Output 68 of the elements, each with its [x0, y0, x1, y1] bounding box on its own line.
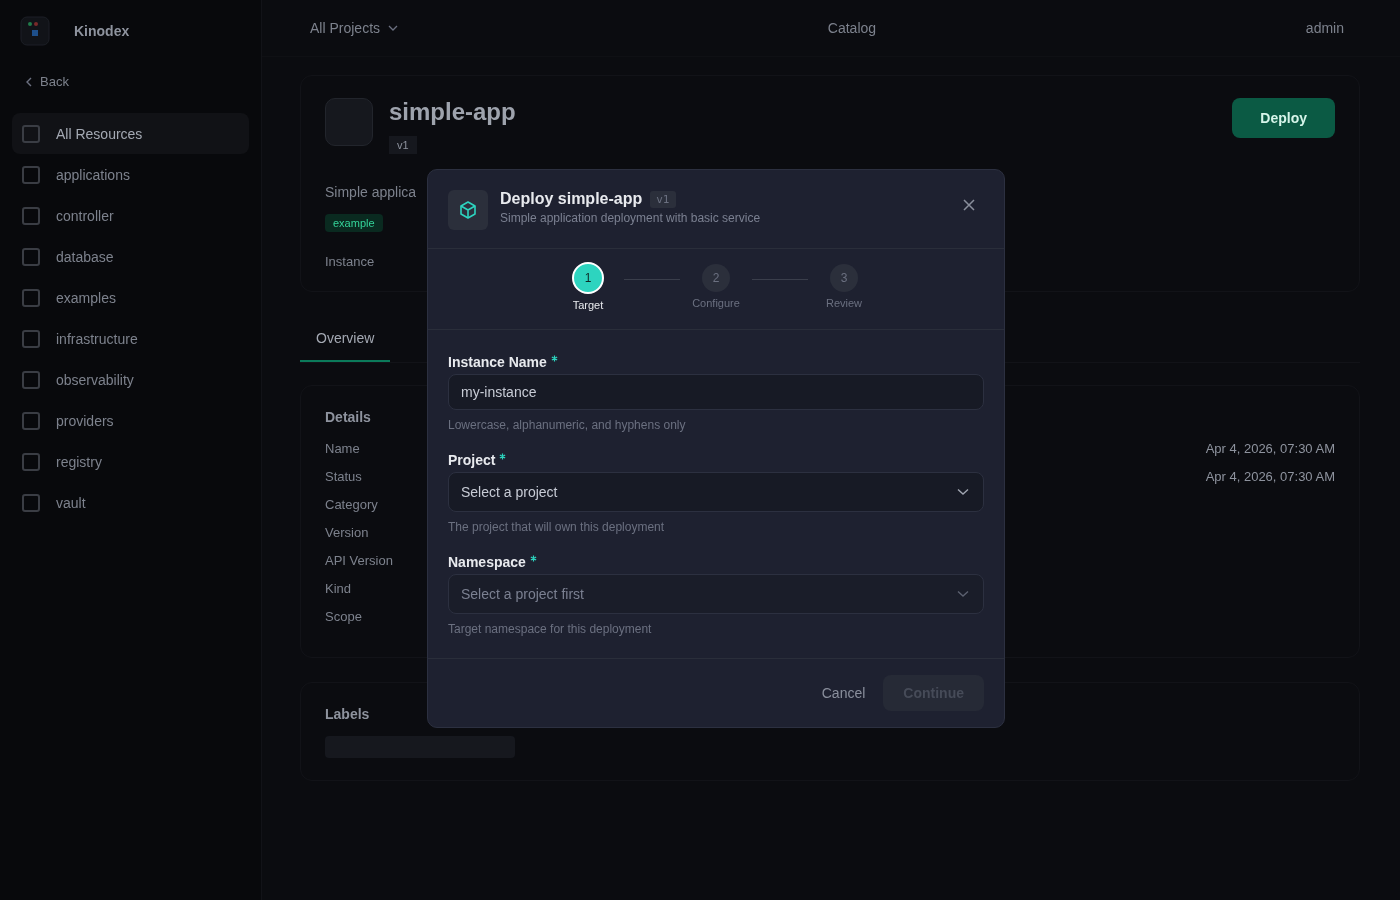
logo-icon — [20, 16, 50, 46]
field-label: Name — [325, 440, 360, 458]
step-label: Target — [572, 299, 604, 311]
version-badge: v1 — [650, 190, 676, 208]
step-number: 1 — [572, 262, 604, 294]
square-icon — [22, 370, 40, 389]
square-icon — [22, 493, 40, 512]
field-label: Category — [325, 496, 378, 514]
square-icon — [22, 411, 40, 430]
input-field[interactable]: my-instance — [448, 374, 984, 410]
square-icon — [22, 452, 40, 471]
field-label: API Version — [325, 552, 393, 570]
project-switcher[interactable]: All Projects — [310, 20, 399, 36]
sidebar-item[interactable]: controller — [12, 195, 249, 236]
chevron-left-icon — [26, 76, 32, 87]
user-name[interactable]: admin — [1305, 20, 1344, 36]
dialog-subtitle: Simple application deployment with basic service — [500, 211, 762, 225]
field-label: Namespace — [448, 554, 526, 570]
version-badge: v1 — [389, 136, 417, 154]
step-label: Review — [825, 297, 863, 309]
chevron-down-icon — [957, 590, 969, 598]
step-number: 3 — [830, 264, 858, 292]
page-title: Catalog — [827, 20, 877, 36]
card-title: Labels — [325, 706, 370, 722]
field-label: Status — [325, 468, 362, 486]
package-description: Simple applica — [325, 184, 417, 200]
field-label: Project — [448, 452, 496, 468]
sidebar-item[interactable]: All Resources — [12, 113, 249, 154]
field-label: Instance Name — [448, 354, 547, 370]
field-label: Version — [325, 524, 369, 542]
chevron-down-icon — [388, 25, 399, 31]
field-label: Scope — [325, 608, 362, 626]
sidebar-item[interactable]: registry — [12, 441, 249, 482]
sidebar-item[interactable]: providers — [12, 400, 249, 441]
card-title: Details — [325, 409, 371, 425]
sidebar-item[interactable]: infrastructure — [12, 318, 249, 359]
instance-count: Instance — [325, 254, 375, 269]
date-value: Apr 4, 2026, 07:30 AM — [1205, 440, 1335, 458]
sidebar-item[interactable]: vault — [12, 482, 249, 523]
square-icon — [22, 124, 40, 143]
sidebar-item[interactable]: examples — [12, 277, 249, 318]
deploy-button[interactable]: Deploy — [1232, 98, 1335, 138]
sidebar-item[interactable]: observability — [12, 359, 249, 400]
field-label: Kind — [325, 580, 352, 598]
square-icon — [22, 247, 40, 266]
sidebar-item[interactable]: applications — [12, 154, 249, 195]
tab[interactable]: Overview — [300, 318, 391, 362]
field-hint: Lowercase, alphanumeric, and hyphens only — [448, 418, 687, 432]
dialog-title: Deploy simple-app — [500, 190, 643, 208]
back-link[interactable]: Back — [40, 74, 69, 89]
select-field[interactable]: Select a project — [448, 472, 984, 512]
date-value: Apr 4, 2026, 07:30 AM — [1205, 468, 1335, 486]
square-icon — [22, 206, 40, 225]
cube-icon — [448, 190, 488, 230]
square-icon — [22, 329, 40, 348]
square-icon — [22, 165, 40, 184]
chevron-down-icon — [957, 488, 969, 496]
cancel-button[interactable]: Cancel — [815, 684, 872, 702]
field-hint: The project that will own this deployment — [448, 520, 666, 534]
sidebar-item[interactable]: database — [12, 236, 249, 277]
square-icon — [22, 288, 40, 307]
tag: example — [325, 214, 383, 232]
step-number: 2 — [702, 264, 730, 292]
step-label: Configure — [692, 297, 740, 309]
close-icon[interactable] — [963, 199, 975, 211]
package-name: simple-app — [389, 98, 516, 126]
brand-name: Kinodex — [74, 23, 130, 39]
field-hint: Target namespace for this deployment — [448, 622, 653, 636]
